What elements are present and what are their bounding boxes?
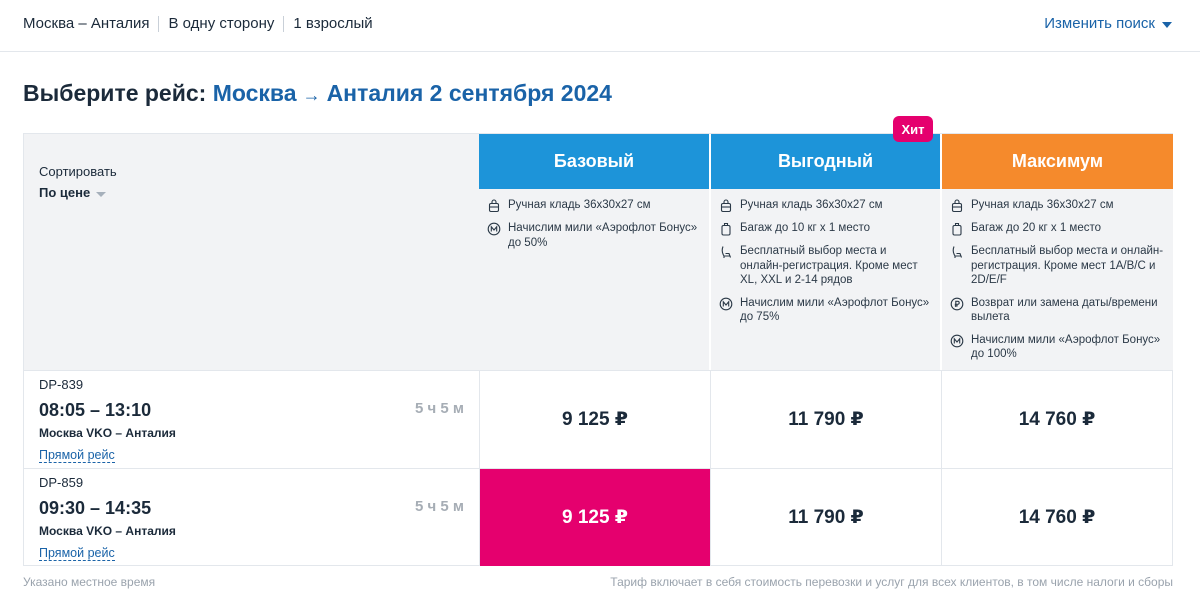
baggage-icon [719,222,733,236]
hand-luggage-icon [950,199,964,213]
sort-label: Сортировать [39,164,117,179]
tariff-feature-text: Ручная кладь 36х30х27 см [740,199,883,211]
tariff-feature: Ручная кладь 36х30х27 см [719,198,932,213]
tariff-feature: Багаж до 10 кг х 1 место [719,221,932,236]
flight-number: DP-839 [39,377,84,392]
tariff-column-profitable: Выгодный Ручная кладь 36х30х27 см Багаж д… [710,134,940,370]
tariff-feature-text: Возврат или замена даты/времени вылета [971,296,1158,324]
tariff-feature: Багаж до 20 кг х 1 место [950,221,1165,236]
tariff-feature-text: Багаж до 20 кг х 1 место [971,222,1101,234]
title-destination-date: Анталия 2 сентября 2024 [326,80,612,106]
fare-includes-note: Тариф включает в себя стоимость перевозк… [610,575,1173,589]
local-time-note: Указано местное время [23,575,156,589]
seat-icon [950,245,964,259]
tariff-feature: Бесплатный выбор места и онлайн-регистра… [950,244,1165,288]
tariff-features-maximum: Ручная кладь 36х30х27 см Багаж до 20 кг х… [942,189,1173,362]
tariff-feature-text: Ручная кладь 36х30х27 см [508,199,651,211]
miles-icon [719,297,733,311]
tariff-feature: Начислим мили «Аэрофлот Бонус» до 100% [950,333,1165,362]
tariff-feature-text: Ручная кладь 36х30х27 см [971,199,1114,211]
title-origin: Москва [212,80,297,106]
chevron-down-icon [1162,22,1172,28]
tariff-feature: Ручная кладь 36х30х27 см [487,198,701,213]
sort-panel: Сортировать По цене [24,134,479,370]
change-search-label: Изменить поиск [1044,15,1155,32]
flight-route: Москва VKO – Анталия [39,426,176,440]
tariff-features-profitable: Ручная кладь 36х30х27 см Багаж до 10 кг х… [711,189,940,325]
direct-flight-link[interactable]: Прямой рейс [39,448,115,463]
price-cell-maximum[interactable]: 14 760 ₽ [941,469,1172,566]
fare-table: Сортировать По цене Базовый Ручная кладь… [23,116,1173,566]
hand-luggage-icon [719,199,733,213]
chevron-down-icon [96,191,107,197]
tariff-feature-text: Бесплатный выбор места и онлайн-регистра… [971,245,1164,286]
flight-row: DP-839 08:05 – 13:10 Москва VKO – Антали… [24,370,1172,468]
tariff-header-profitable[interactable]: Выгодный [711,134,940,189]
seat-icon [719,245,733,259]
tariff-header-maximum[interactable]: Максимум [942,134,1173,189]
tariff-feature: Бесплатный выбор места и онлайн-регистра… [719,244,932,288]
tariff-feature-text: Начислим мили «Аэрофлот Бонус» до 100% [971,333,1161,361]
price-cell-basic[interactable]: 9 125 ₽ [479,371,710,468]
tariff-feature-text: Багаж до 10 кг х 1 место [740,222,870,234]
flight-info: DP-839 08:05 – 13:10 Москва VKO – Антали… [24,371,479,468]
flight-duration: 5 ч 5 м [415,498,464,515]
flight-route: Москва VKO – Анталия [39,524,176,538]
divider [158,15,160,32]
sort-dropdown[interactable]: По цене [39,185,107,200]
flight-info: DP-859 09:30 – 14:35 Москва VKO – Антали… [24,469,479,566]
refund-icon [950,297,964,311]
tariff-feature: Возврат или замена даты/времени вылета [950,296,1165,325]
change-search-button[interactable]: Изменить поиск [1044,15,1172,32]
flight-times: 08:05 – 13:10 [39,400,152,420]
tariff-features-basic: Ручная кладь 36х30х27 см Начислим мили «А… [479,189,709,250]
direct-flight-link[interactable]: Прямой рейс [39,546,115,561]
miles-icon [487,222,501,236]
tariff-feature: Ручная кладь 36х30х27 см [950,198,1165,213]
tariff-header-basic[interactable]: Базовый [479,134,709,189]
trip-type-summary: В одну сторону [168,15,275,32]
baggage-icon [950,222,964,236]
tariff-feature-text: Начислим мили «Аэрофлот Бонус» до 75% [740,296,930,324]
tariff-feature: Начислим мили «Аэрофлот Бонус» до 50% [487,221,701,250]
flight-number: DP-859 [39,475,84,490]
tariff-column-maximum: Максимум Ручная кладь 36х30х27 см Багаж д… [941,134,1173,370]
tariff-feature: Начислим мили «Аэрофлот Бонус» до 75% [719,296,932,325]
price-cell-maximum[interactable]: 14 760 ₽ [941,371,1172,468]
flight-times: 09:30 – 14:35 [39,498,152,518]
route-summary: Москва – Анталия [23,15,150,32]
arrow-right-icon: → [302,85,321,105]
hand-luggage-icon [487,199,501,213]
search-summary-bar: Москва – Анталия В одну сторону 1 взросл… [0,0,1200,52]
price-cell-profitable[interactable]: 11 790 ₽ [710,371,941,468]
page-title: Выберите рейс: Москва → Анталия 2 сентября… [23,80,612,107]
price-cell-profitable[interactable]: 11 790 ₽ [710,469,941,566]
sort-value: По цене [39,185,91,200]
tariff-feature-text: Бесплатный выбор места и онлайн-регистра… [740,245,918,286]
tariff-column-basic: Базовый Ручная кладь 36х30х27 см Начислим… [479,134,709,370]
hit-badge: Хит [893,116,933,142]
flight-row: DP-859 09:30 – 14:35 Москва VKO – Антали… [24,468,1172,566]
tariff-feature-text: Начислим мили «Аэрофлот Бонус» до 50% [508,222,698,249]
miles-icon [950,334,964,348]
divider [283,15,285,32]
price-cell-basic-selected[interactable]: 9 125 ₽ [479,469,710,566]
flight-duration: 5 ч 5 м [415,400,464,417]
passengers-summary: 1 взрослый [293,15,373,32]
search-summary: Москва – Анталия В одну сторону 1 взросл… [23,15,373,32]
title-prefix: Выберите рейс: [23,80,207,106]
